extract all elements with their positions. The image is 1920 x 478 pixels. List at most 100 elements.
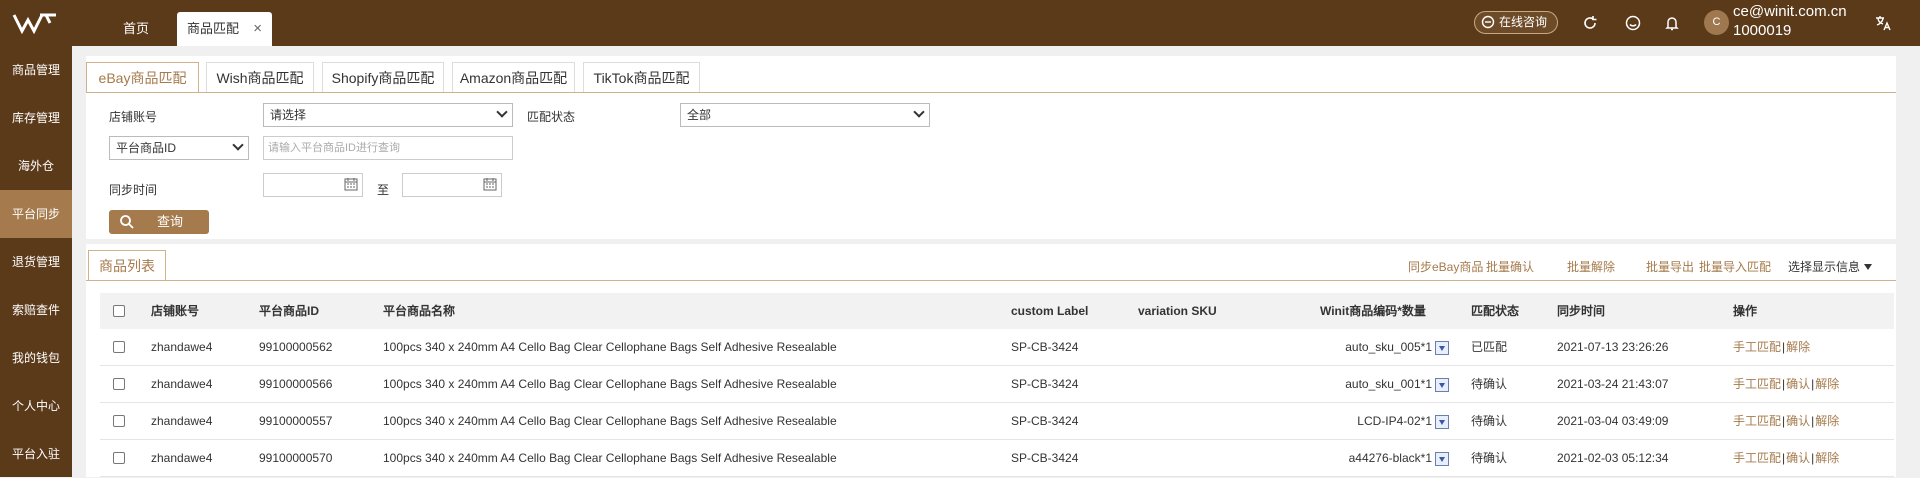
table-row: zhandawe4 99100000570 100pcs 340 x 240mm… xyxy=(100,440,1894,477)
tab-wish-match[interactable]: Wish商品匹配 xyxy=(206,62,314,93)
bell-icon[interactable] xyxy=(1662,13,1682,33)
batch-import-match-button[interactable]: 批量导入匹配 xyxy=(1699,258,1771,275)
list-tab-underline xyxy=(86,280,1896,281)
batch-confirm-button[interactable]: 批量确认 xyxy=(1486,258,1534,275)
cell-operations: 手工匹配|确认|解除 xyxy=(1733,366,1839,403)
tab-underline xyxy=(86,92,1896,93)
sync-time-start-input[interactable] xyxy=(263,173,363,197)
refresh-icon[interactable] xyxy=(1580,13,1600,33)
display-info-select[interactable]: 选择显示信息 xyxy=(1788,258,1873,275)
cell-product-name: 100pcs 340 x 240mm A4 Cello Bag Clear Ce… xyxy=(383,377,837,391)
op-separator: | xyxy=(1782,414,1786,428)
op-separator: | xyxy=(1782,377,1786,391)
cell-winit-sku: auto_sku_005*1 xyxy=(1345,340,1432,354)
cell-product-name: 100pcs 340 x 240mm A4 Cello Bag Clear Ce… xyxy=(383,451,837,465)
select-all-checkbox[interactable] xyxy=(113,305,125,317)
avatar[interactable]: C xyxy=(1704,10,1729,35)
tab-shopify-match[interactable]: Shopify商品匹配 xyxy=(322,62,444,93)
cell-custom-label: SP-CB-3424 xyxy=(1011,340,1079,354)
sidebar-item-wallet[interactable]: 我的钱包 xyxy=(0,334,72,382)
tab-amazon-match[interactable]: Amazon商品匹配 xyxy=(452,62,575,93)
tab-home[interactable]: 首页 xyxy=(96,12,176,46)
confirm-link[interactable]: 确认 xyxy=(1786,451,1810,465)
sidebar-item-product[interactable]: 商品管理 xyxy=(0,46,72,94)
chevron-down-icon xyxy=(496,106,508,118)
store-account-select[interactable]: 请选择 xyxy=(263,103,513,127)
col-custom-label: custom Label xyxy=(1011,304,1089,318)
table-row: zhandawe4 99100000557 100pcs 340 x 240mm… xyxy=(100,403,1894,440)
release-link[interactable]: 解除 xyxy=(1815,377,1839,391)
sku-dropdown-icon[interactable] xyxy=(1435,415,1449,429)
cell-store: zhandawe4 xyxy=(151,451,213,465)
id-type-select[interactable]: 平台商品ID xyxy=(109,136,249,160)
filter-panel: eBay商品匹配 Wish商品匹配 Shopify商品匹配 Amazon商品匹配… xyxy=(86,56,1896,239)
sidebar-item-profile[interactable]: 个人中心 xyxy=(0,382,72,430)
user-info[interactable]: ce@winit.com.cn 1000019 xyxy=(1733,2,1847,40)
sku-dropdown-icon[interactable] xyxy=(1435,341,1449,355)
sidebar-item-claims[interactable]: 索赔查件 xyxy=(0,286,72,334)
sync-ebay-button[interactable]: 同步eBay商品 xyxy=(1408,258,1483,275)
tab-product-list[interactable]: 商品列表 xyxy=(88,250,166,281)
calendar-icon[interactable] xyxy=(344,177,358,191)
cell-sync-time: 2021-07-13 23:26:26 xyxy=(1557,340,1669,354)
cell-platform-id: 99100000562 xyxy=(259,340,333,354)
row-checkbox[interactable] xyxy=(113,341,125,353)
online-consult-label: 在线咨询 xyxy=(1499,15,1548,29)
chevron-down-icon xyxy=(232,139,244,151)
platform-id-input[interactable]: 请输入平台商品ID进行查询 xyxy=(263,136,513,160)
display-info-label: 选择显示信息 xyxy=(1788,260,1861,274)
batch-export-button[interactable]: 批量导出 xyxy=(1646,258,1694,275)
caret-down-icon xyxy=(1864,264,1873,270)
col-sync-time: 同步时间 xyxy=(1557,304,1606,318)
sidebar-item-returns[interactable]: 退货管理 xyxy=(0,238,72,286)
confirm-link[interactable]: 确认 xyxy=(1786,414,1810,428)
manual-match-link[interactable]: 手工匹配 xyxy=(1733,414,1781,428)
sidebar: 商品管理 库存管理 海外仓 平台同步 退货管理 索赔查件 我的钱包 个人中心 平… xyxy=(0,46,72,477)
user-id: 1000019 xyxy=(1733,22,1792,39)
tab-ebay-match[interactable]: eBay商品匹配 xyxy=(86,62,199,93)
cell-store: zhandawe4 xyxy=(151,414,213,428)
cell-winit-sku: a44276-black*1 xyxy=(1348,451,1432,465)
release-link[interactable]: 解除 xyxy=(1815,451,1839,465)
confirm-link[interactable]: 确认 xyxy=(1786,377,1810,391)
match-status-select[interactable]: 全部 xyxy=(680,103,930,127)
sync-time-end-input[interactable] xyxy=(402,173,502,197)
row-checkbox[interactable] xyxy=(113,378,125,390)
to-label: 至 xyxy=(377,183,390,197)
cell-winit-sku: auto_sku_001*1 xyxy=(1345,377,1432,391)
smiley-icon[interactable] xyxy=(1623,13,1643,33)
tab-tiktok-match[interactable]: TikTok商品匹配 xyxy=(583,62,700,93)
sidebar-item-platform-onboard[interactable]: 平台入驻 xyxy=(0,430,72,478)
sku-dropdown-icon[interactable] xyxy=(1435,452,1449,466)
sidebar-item-platform-sync[interactable]: 平台同步 xyxy=(0,190,72,238)
calendar-icon[interactable] xyxy=(483,177,497,191)
search-button[interactable]: 查询 xyxy=(109,210,209,234)
release-link[interactable]: 解除 xyxy=(1786,340,1810,354)
op-separator: | xyxy=(1782,451,1786,465)
cell-match-status: 待确认 xyxy=(1471,414,1508,428)
row-checkbox[interactable] xyxy=(113,415,125,427)
id-type-value: 平台商品ID xyxy=(116,141,177,155)
tab-product-match[interactable]: 商品匹配 × xyxy=(177,12,272,46)
cell-custom-label: SP-CB-3424 xyxy=(1011,414,1079,428)
sidebar-item-inventory[interactable]: 库存管理 xyxy=(0,94,72,142)
translate-icon[interactable] xyxy=(1873,13,1893,33)
op-separator: | xyxy=(1811,377,1815,391)
manual-match-link[interactable]: 手工匹配 xyxy=(1733,377,1781,391)
sidebar-item-overseas-warehouse[interactable]: 海外仓 xyxy=(0,142,72,190)
col-operations: 操作 xyxy=(1733,304,1758,318)
row-checkbox[interactable] xyxy=(113,452,125,464)
manual-match-link[interactable]: 手工匹配 xyxy=(1733,340,1781,354)
sku-dropdown-icon[interactable] xyxy=(1435,378,1449,392)
release-link[interactable]: 解除 xyxy=(1815,414,1839,428)
product-list-panel: 商品列表 同步eBay商品 批量确认 批量解除 批量导出 批量导入匹配 选择显示… xyxy=(86,244,1896,477)
online-consult-button[interactable]: 在线咨询 xyxy=(1474,11,1558,34)
close-icon[interactable]: × xyxy=(253,12,262,46)
col-platform-id: 平台商品ID xyxy=(259,304,320,318)
table-header: 店铺账号 平台商品ID 平台商品名称 custom Label variatio… xyxy=(100,293,1894,329)
manual-match-link[interactable]: 手工匹配 xyxy=(1733,451,1781,465)
cell-winit-sku: LCD-IP4-02*1 xyxy=(1357,414,1432,428)
store-account-label: 店铺账号 xyxy=(109,110,158,124)
winit-logo[interactable] xyxy=(12,12,58,34)
batch-release-button[interactable]: 批量解除 xyxy=(1567,258,1615,275)
